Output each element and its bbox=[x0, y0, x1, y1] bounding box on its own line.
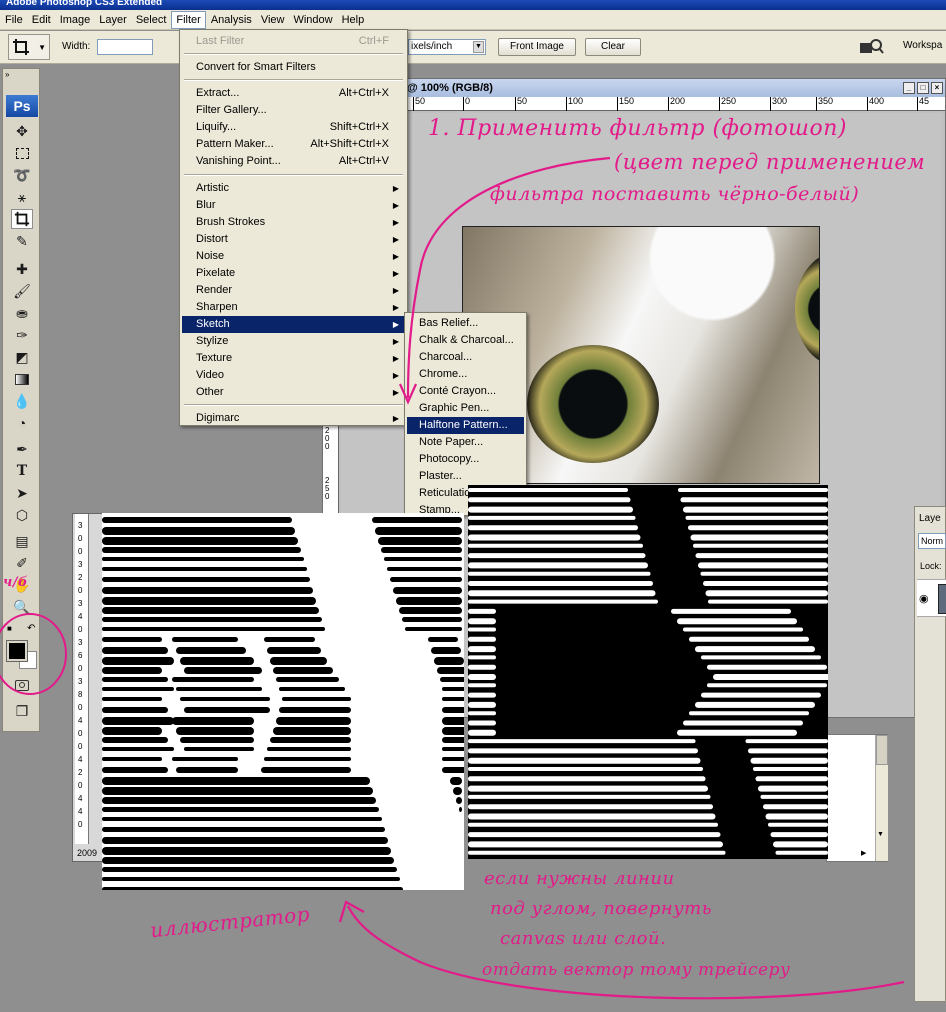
annotation-note-line4: отдать вектор тому трейсеру bbox=[482, 960, 791, 980]
annotation-circle-swatches bbox=[0, 613, 67, 695]
annotation-step1-line3: фильтра поставить чёрно-белый) bbox=[490, 183, 860, 205]
annotation-step1-line2: (цвет перед применением bbox=[614, 150, 926, 174]
annotation-step1-line1: 1. Применить фильтр (фотошоп) bbox=[428, 116, 847, 141]
annotation-note-line3: canvas или слой. bbox=[500, 928, 667, 949]
annotation-toolbox-note: ч/б bbox=[3, 575, 28, 590]
annotation-note-line1: если нужны линии bbox=[484, 868, 675, 889]
annotation-arrow-to-illustrator bbox=[347, 905, 905, 1000]
annotation-note-line2: под углом, повернуть bbox=[490, 898, 713, 919]
